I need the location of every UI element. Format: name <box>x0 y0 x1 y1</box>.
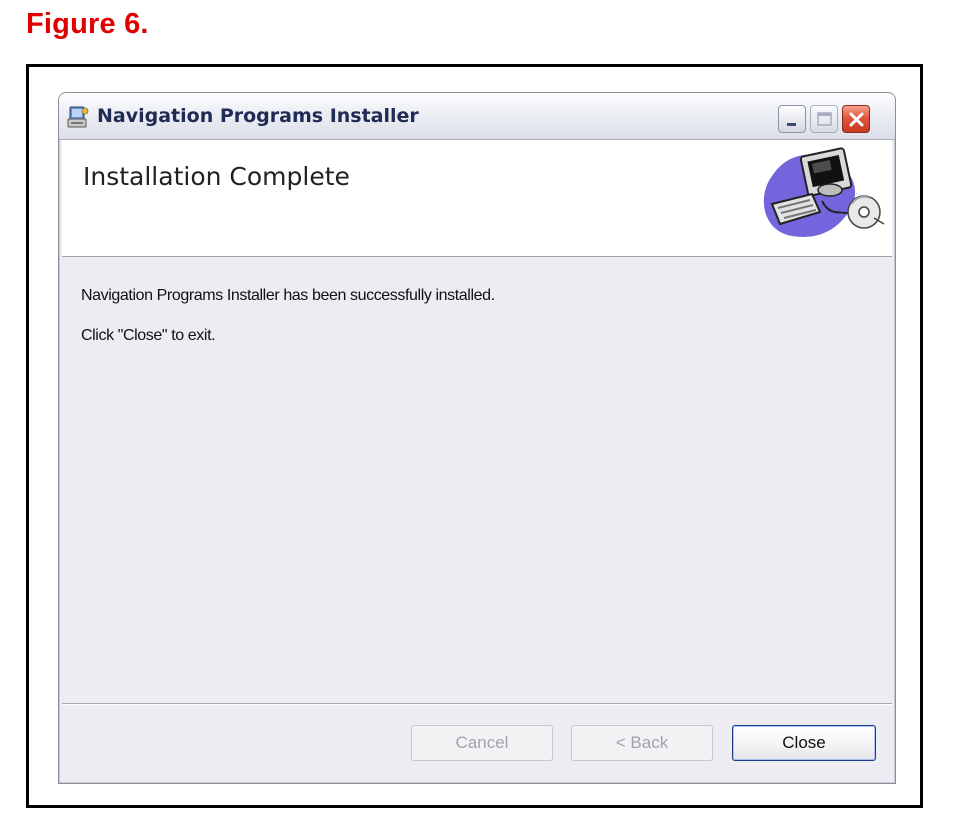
exit-instruction: Click "Close" to exit. <box>81 327 216 344</box>
header-panel: Installation Complete <box>62 140 892 257</box>
success-message: Navigation Programs Installer has been s… <box>81 287 495 304</box>
installer-window: Navigation Programs Installer Installati… <box>58 92 896 784</box>
minimize-icon <box>787 123 796 126</box>
back-button[interactable]: < Back <box>571 725 713 761</box>
installer-icon <box>67 106 89 128</box>
close-icon <box>849 112 864 127</box>
footer-divider-highlight <box>62 704 892 705</box>
minimize-button[interactable] <box>778 105 806 133</box>
computer-cd-icon <box>763 147 885 237</box>
close-window-button[interactable] <box>842 105 870 133</box>
title-bar[interactable]: Navigation Programs Installer <box>59 93 895 140</box>
content-area: Navigation Programs Installer has been s… <box>62 257 892 703</box>
maximize-icon <box>817 112 832 126</box>
maximize-button[interactable] <box>810 105 838 133</box>
window-title: Navigation Programs Installer <box>97 105 419 127</box>
cancel-button[interactable]: Cancel <box>411 725 553 761</box>
figure-title: Figure 6. <box>26 8 149 40</box>
page-title: Installation Complete <box>83 162 350 191</box>
close-button[interactable]: Close <box>732 725 876 761</box>
